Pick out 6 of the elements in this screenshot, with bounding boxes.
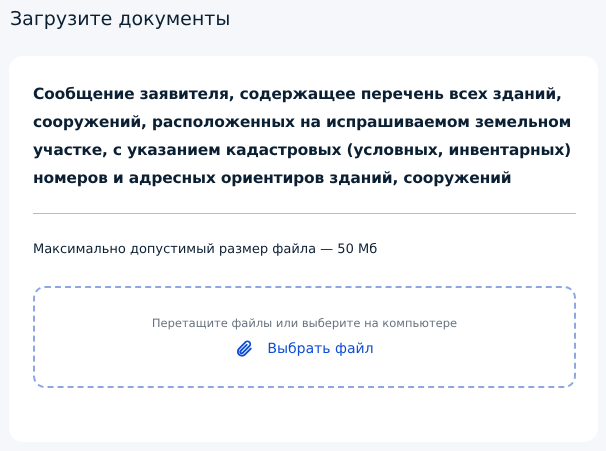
- document-title: Сообщение заявителя, содержащее перечень всех зданий, сооружений, расположенных на испрашиваемом земельном участке, с указанием кадастровых (условных, инвентарных) номеров и адресных ориентиров зданий, сооружений: [33, 84, 572, 189]
- choose-file-link[interactable]: Выбрать файл: [235, 338, 374, 358]
- page-title: Загрузите документы: [10, 7, 232, 32]
- drop-zone[interactable]: Перетащите файлы или выберите на компьютере Выбрать файл: [33, 286, 576, 388]
- size-limit-text: Максимально допустимый размер файла — 50 Мб: [33, 241, 378, 259]
- drop-hint: Перетащите файлы или выберите на компьютере: [152, 316, 458, 330]
